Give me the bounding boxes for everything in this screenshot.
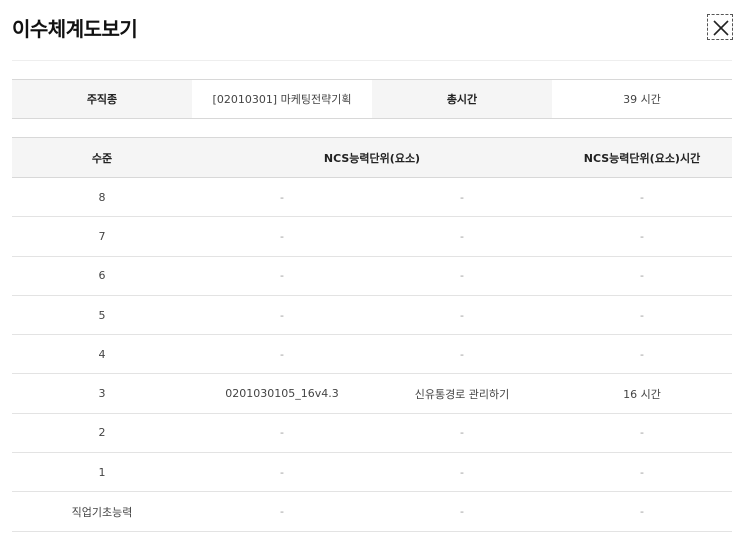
row-unit-code: 0201030105_16v4.3 [225,387,339,401]
job-value: [02010301] 마케팅전략기획 [192,80,372,118]
row-unit-code: - [280,308,284,322]
dialog-title: 이수체계도보기 [12,17,138,41]
summary-table: 주직종 [02010301] 마케팅전략기획 총시간 39 시간 [12,79,732,119]
header-divider [12,60,732,61]
header-hours: NCS능력단위(요소)시간 [583,151,701,165]
row-unit-name: - [460,269,464,283]
job-label: 주직종 [12,80,192,118]
row-unit-name: - [460,229,464,243]
table-row: 4 - - - [12,335,732,375]
row-level: 7 [98,229,106,243]
row-hours: - [640,505,644,519]
row-hours: - [640,190,644,204]
table-body: 8 - - - 7 - - - 6 - - - 5 - - - 4 - - - 3 0201030105_16v4.3 신유… [12,178,732,532]
row-hours: - [640,465,644,479]
table-row: 8 - - - [12,178,732,218]
row-unit-name: 신유통경로 관리하기 [414,387,510,401]
row-level: 6 [98,269,106,283]
row-unit-code: - [280,505,284,519]
row-hours: 16 시간 [623,387,661,401]
row-level: 직업기초능력 [71,505,133,519]
curriculum-dialog: 이수체계도보기 주직종 [02010301] 마케팅전략기획 총시간 39 시간… [0,0,746,540]
table-row: 직업기초능력 - - - [12,492,732,532]
row-level: 4 [98,347,106,361]
total-time-label: 총시간 [372,80,552,118]
row-hours: - [640,426,644,440]
curriculum-table: 수준 NCS능력단위(요소) NCS능력단위(요소)시간 8 - - - 7 - - - 6 - -… [12,137,732,532]
row-unit-code: - [280,426,284,440]
header-unit: NCS능력단위(요소) [323,151,421,165]
row-unit-name: - [460,465,464,479]
total-time-value: 39 시간 [552,80,732,118]
row-unit-name: - [460,505,464,519]
table-header: 수준 NCS능력단위(요소) NCS능력단위(요소)시간 [12,138,732,178]
row-unit-code: - [280,269,284,283]
row-hours: - [640,347,644,361]
row-level: 5 [98,308,106,322]
row-unit-name: - [460,347,464,361]
table-row: 1 - - - [12,453,732,493]
close-icon [713,20,729,36]
row-unit-code: - [280,347,284,361]
row-hours: - [640,308,644,322]
row-unit-name: - [460,190,464,204]
table-row: 3 0201030105_16v4.3 신유통경로 관리하기 16 시간 [12,374,732,414]
close-button[interactable] [707,14,733,40]
row-unit-code: - [280,190,284,204]
table-row: 6 - - - [12,257,732,296]
row-level: 8 [98,190,106,204]
table-row: 5 - - - [12,296,732,336]
header-level: 수준 [91,151,113,165]
row-level: 1 [98,465,106,479]
row-unit-code: - [280,229,284,243]
table-row: 2 - - - [12,414,732,454]
table-row: 7 - - - [12,217,732,257]
row-hours: - [640,269,644,283]
row-unit-name: - [460,308,464,322]
row-level: 3 [98,387,106,401]
row-hours: - [640,229,644,243]
row-level: 2 [98,426,106,440]
row-unit-name: - [460,426,464,440]
row-unit-code: - [280,465,284,479]
